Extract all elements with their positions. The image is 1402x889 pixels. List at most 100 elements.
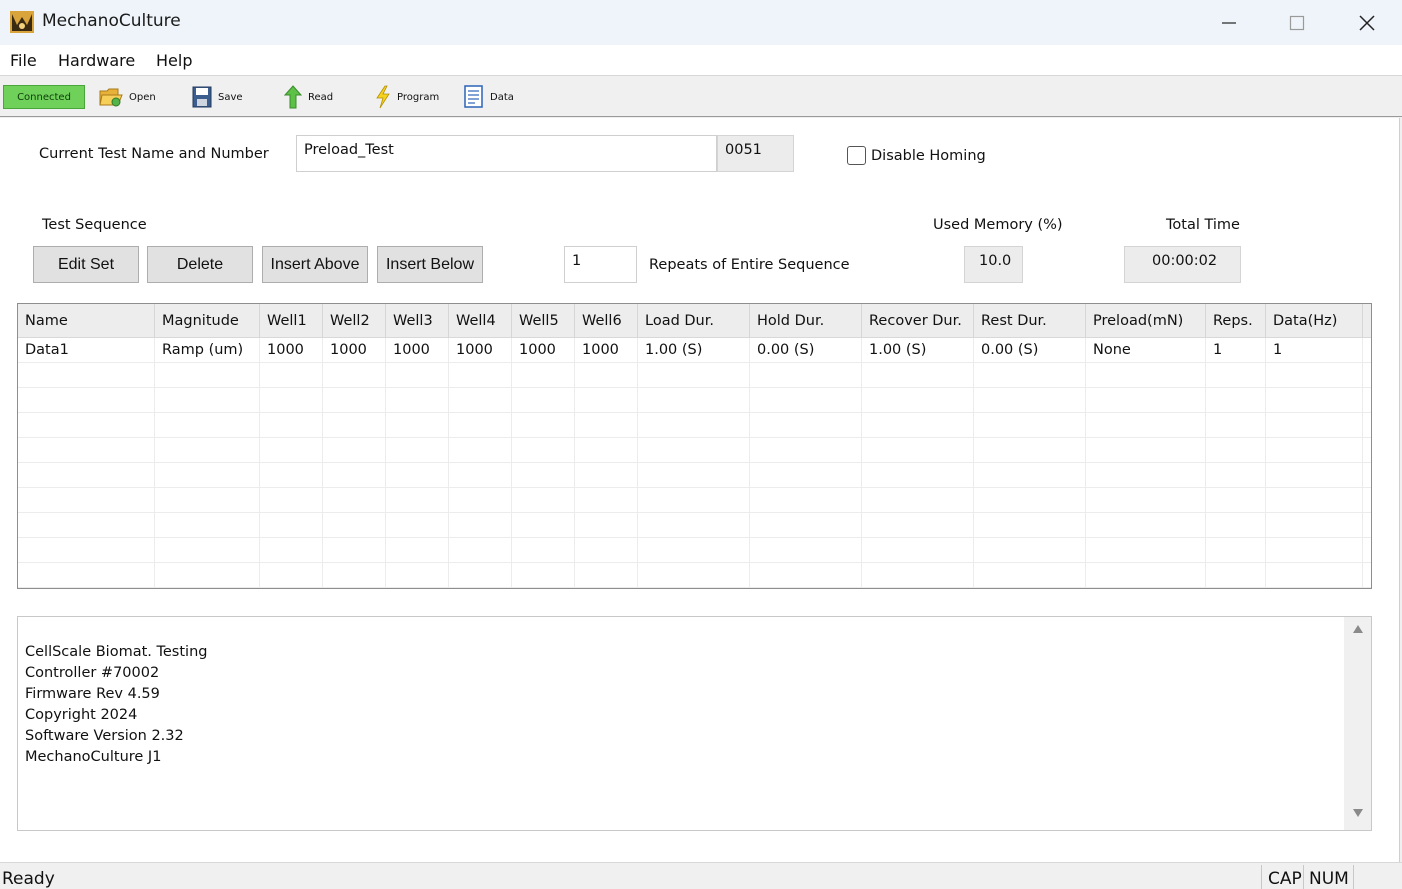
empty-cell[interactable]: [512, 488, 575, 513]
empty-cell[interactable]: [449, 538, 512, 563]
empty-cell[interactable]: [260, 513, 323, 538]
empty-cell[interactable]: [638, 413, 750, 438]
console-scrollbar[interactable]: [1344, 617, 1371, 830]
empty-cell[interactable]: [1206, 563, 1266, 588]
empty-cell[interactable]: [1086, 413, 1206, 438]
empty-cell[interactable]: [862, 438, 974, 463]
empty-cell[interactable]: [974, 488, 1086, 513]
empty-cell[interactable]: [260, 488, 323, 513]
empty-cell[interactable]: [512, 363, 575, 388]
empty-cell[interactable]: [1206, 488, 1266, 513]
disable-homing-checkbox[interactable]: [847, 146, 866, 165]
cell-magnitude[interactable]: Ramp (um): [155, 338, 260, 363]
empty-cell[interactable]: [323, 438, 386, 463]
empty-cell[interactable]: [18, 513, 155, 538]
empty-cell[interactable]: [512, 438, 575, 463]
empty-cell[interactable]: [1206, 513, 1266, 538]
column-header-reps[interactable]: Reps.: [1206, 304, 1266, 338]
empty-cell[interactable]: [750, 438, 862, 463]
empty-cell[interactable]: [575, 538, 638, 563]
empty-cell[interactable]: [449, 438, 512, 463]
empty-cell[interactable]: [1086, 563, 1206, 588]
empty-cell[interactable]: [260, 413, 323, 438]
empty-table-row[interactable]: [18, 388, 1371, 413]
empty-cell[interactable]: [638, 488, 750, 513]
empty-cell[interactable]: [1086, 513, 1206, 538]
empty-cell[interactable]: [260, 363, 323, 388]
close-button[interactable]: [1332, 0, 1402, 45]
empty-cell[interactable]: [512, 413, 575, 438]
empty-cell[interactable]: [155, 513, 260, 538]
empty-cell[interactable]: [1086, 488, 1206, 513]
empty-cell[interactable]: [155, 538, 260, 563]
empty-cell[interactable]: [974, 388, 1086, 413]
cell-load-dur[interactable]: 1.00 (S): [638, 338, 750, 363]
empty-cell[interactable]: [750, 563, 862, 588]
empty-cell[interactable]: [575, 413, 638, 438]
empty-cell[interactable]: [575, 513, 638, 538]
empty-cell[interactable]: [974, 438, 1086, 463]
empty-cell[interactable]: [512, 463, 575, 488]
empty-cell[interactable]: [323, 538, 386, 563]
empty-cell[interactable]: [1266, 413, 1363, 438]
empty-cell[interactable]: [638, 463, 750, 488]
empty-cell[interactable]: [155, 413, 260, 438]
empty-cell[interactable]: [1266, 363, 1363, 388]
empty-cell[interactable]: [974, 538, 1086, 563]
menu-hardware[interactable]: Hardware: [58, 51, 135, 70]
empty-cell[interactable]: [449, 363, 512, 388]
empty-cell[interactable]: [974, 513, 1086, 538]
cell-reps[interactable]: 1: [1206, 338, 1266, 363]
empty-cell[interactable]: [155, 463, 260, 488]
program-button[interactable]: Program: [375, 83, 439, 111]
empty-cell[interactable]: [1086, 538, 1206, 563]
column-header-data-hz[interactable]: Data(Hz): [1266, 304, 1363, 338]
column-header-well1[interactable]: Well1: [260, 304, 323, 338]
empty-cell[interactable]: [974, 363, 1086, 388]
empty-cell[interactable]: [974, 563, 1086, 588]
empty-cell[interactable]: [386, 563, 449, 588]
empty-cell[interactable]: [1206, 363, 1266, 388]
empty-cell[interactable]: [1206, 388, 1266, 413]
column-header-load-dur[interactable]: Load Dur.: [638, 304, 750, 338]
empty-cell[interactable]: [974, 413, 1086, 438]
scroll-down-button[interactable]: [1344, 808, 1371, 824]
empty-cell[interactable]: [750, 463, 862, 488]
empty-cell[interactable]: [18, 388, 155, 413]
empty-cell[interactable]: [512, 388, 575, 413]
cell-hold-dur[interactable]: 0.00 (S): [750, 338, 862, 363]
empty-cell[interactable]: [638, 513, 750, 538]
repeats-input[interactable]: 1: [564, 246, 637, 283]
empty-cell[interactable]: [638, 538, 750, 563]
column-header-well2[interactable]: Well2: [323, 304, 386, 338]
empty-cell[interactable]: [862, 463, 974, 488]
info-console[interactable]: CellScale Biomat. Testing Controller #70…: [17, 616, 1372, 831]
menu-help[interactable]: Help: [156, 51, 192, 70]
delete-button[interactable]: Delete: [147, 246, 253, 283]
empty-cell[interactable]: [638, 388, 750, 413]
empty-cell[interactable]: [1266, 463, 1363, 488]
empty-cell[interactable]: [449, 388, 512, 413]
column-header-well5[interactable]: Well5: [512, 304, 575, 338]
column-header-hold-dur[interactable]: Hold Dur.: [750, 304, 862, 338]
empty-cell[interactable]: [155, 438, 260, 463]
empty-cell[interactable]: [1266, 438, 1363, 463]
empty-cell[interactable]: [323, 463, 386, 488]
empty-cell[interactable]: [575, 438, 638, 463]
empty-cell[interactable]: [575, 463, 638, 488]
table-row[interactable]: Data1 Ramp (um) 1000 1000 1000 1000 1000…: [18, 338, 1371, 363]
empty-cell[interactable]: [260, 538, 323, 563]
cell-well2[interactable]: 1000: [323, 338, 386, 363]
empty-cell[interactable]: [323, 413, 386, 438]
empty-cell[interactable]: [386, 538, 449, 563]
empty-cell[interactable]: [449, 413, 512, 438]
column-header-well4[interactable]: Well4: [449, 304, 512, 338]
menu-file[interactable]: File: [10, 51, 37, 70]
column-header-well3[interactable]: Well3: [386, 304, 449, 338]
scroll-up-button[interactable]: [1344, 624, 1371, 640]
empty-cell[interactable]: [155, 488, 260, 513]
cell-recover-dur[interactable]: 1.00 (S): [862, 338, 974, 363]
empty-cell[interactable]: [260, 438, 323, 463]
column-header-rest-dur[interactable]: Rest Dur.: [974, 304, 1086, 338]
empty-cell[interactable]: [750, 488, 862, 513]
